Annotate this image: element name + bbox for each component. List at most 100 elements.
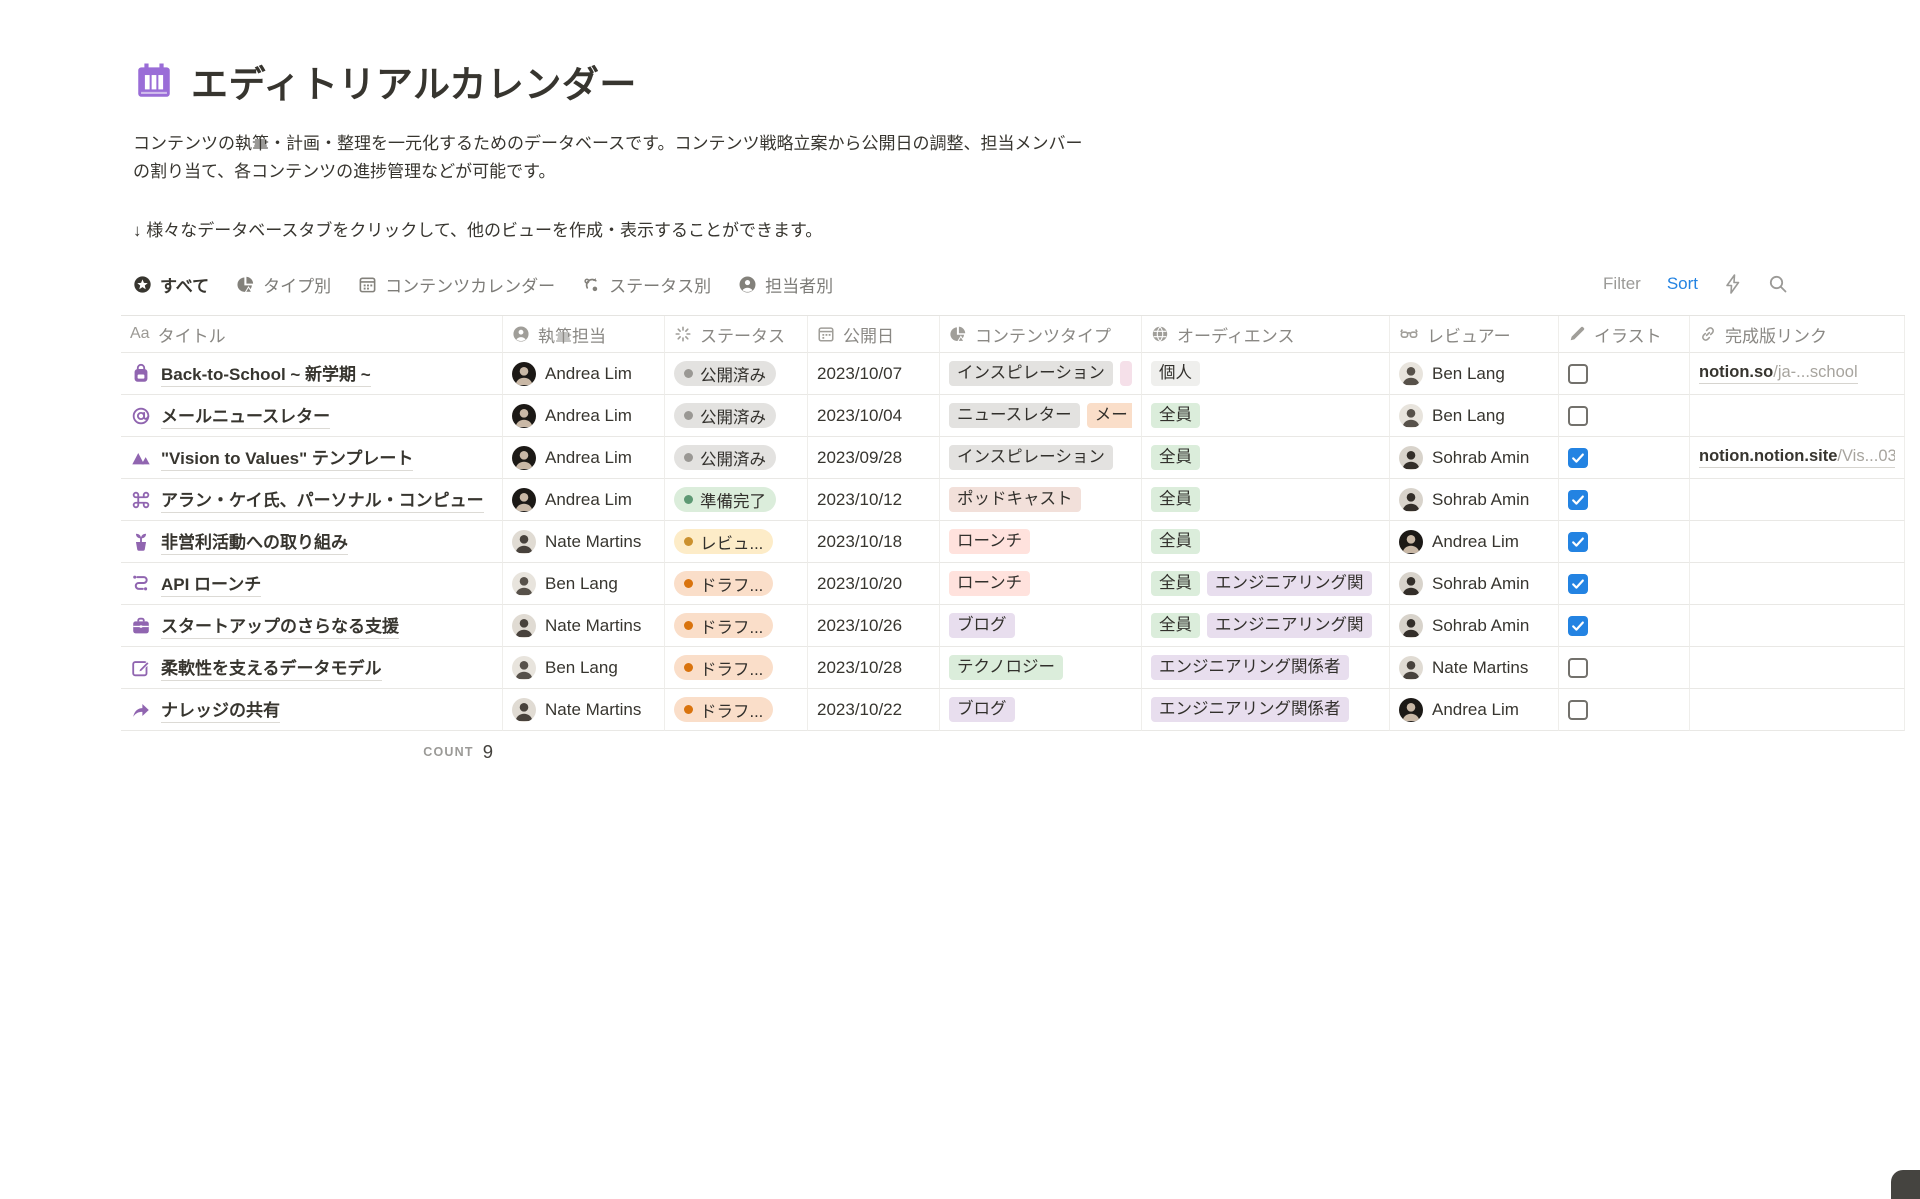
tag-pill[interactable]: 全員 — [1151, 487, 1200, 512]
publish-date-cell[interactable]: 2023/10/22 — [808, 689, 940, 731]
reviewer-cell[interactable]: Andrea Lim — [1390, 689, 1559, 731]
tag-pill[interactable]: 個人 — [1151, 361, 1200, 386]
tab-view-cycle[interactable]: ステータス別 — [582, 272, 711, 297]
column-header-illustration[interactable]: イラスト — [1559, 316, 1690, 353]
content-type-cell[interactable]: インスピレーション — [940, 353, 1142, 395]
column-header-type[interactable]: コンテンツタイプ — [940, 316, 1142, 353]
status-cell[interactable]: 公開済み — [665, 395, 808, 437]
publish-date-cell[interactable]: 2023/10/18 — [808, 521, 940, 563]
audience-cell[interactable]: 全員 — [1142, 521, 1390, 563]
title-cell[interactable]: 柔軟性を支えるデータモデル — [121, 647, 503, 689]
status-cell[interactable]: レビュ... — [665, 521, 808, 563]
content-type-cell[interactable]: ローンチ — [940, 521, 1142, 563]
author-cell[interactable]: Nate Martins — [503, 605, 665, 647]
title-cell[interactable]: ナレッジの共有 — [121, 689, 503, 731]
author-cell[interactable]: Andrea Lim — [503, 353, 665, 395]
audience-cell[interactable]: 全員エンジニアリング関 — [1142, 563, 1390, 605]
final-link-cell[interactable] — [1690, 395, 1905, 437]
final-link[interactable]: notion.notion.site/Vis...036 — [1699, 447, 1895, 468]
illustration-checkbox[interactable] — [1568, 700, 1588, 720]
illustration-checkbox[interactable] — [1568, 574, 1588, 594]
tag-pill[interactable]: ブログ — [949, 697, 1015, 722]
tag-pill[interactable]: ブログ — [949, 613, 1015, 638]
audience-cell[interactable]: 全員 — [1142, 395, 1390, 437]
final-link[interactable]: notion.so/ja-...school — [1699, 363, 1858, 384]
final-link-cell[interactable] — [1690, 689, 1905, 731]
tag-pill[interactable]: 全員 — [1151, 445, 1200, 470]
tag-pill[interactable] — [1120, 361, 1132, 386]
audience-cell[interactable]: 個人 — [1142, 353, 1390, 395]
status-cell[interactable]: 公開済み — [665, 353, 808, 395]
tag-pill[interactable]: ローンチ — [949, 529, 1030, 554]
automation-icon[interactable] — [1724, 274, 1742, 294]
tag-pill[interactable]: 全員 — [1151, 613, 1200, 638]
final-link-cell[interactable] — [1690, 521, 1905, 563]
content-type-cell[interactable]: ポッドキャスト — [940, 479, 1142, 521]
tag-pill[interactable]: 全員 — [1151, 571, 1200, 596]
publish-date-cell[interactable]: 2023/10/12 — [808, 479, 940, 521]
help-widget[interactable] — [1891, 1170, 1920, 1199]
publish-date-cell[interactable]: 2023/10/04 — [808, 395, 940, 437]
final-link-cell[interactable]: notion.notion.site/Vis...036 — [1690, 437, 1905, 479]
title-cell[interactable]: アラン・ケイ氏、パーソナル・コンピュー — [121, 479, 503, 521]
audience-cell[interactable]: 全員 — [1142, 479, 1390, 521]
audience-cell[interactable]: エンジニアリング関係者 — [1142, 647, 1390, 689]
illustration-checkbox[interactable] — [1568, 616, 1588, 636]
publish-date-cell[interactable]: 2023/10/26 — [808, 605, 940, 647]
content-type-cell[interactable]: ニュースレターメー — [940, 395, 1142, 437]
publish-date-cell[interactable]: 2023/09/28 — [808, 437, 940, 479]
tag-pill[interactable]: 全員 — [1151, 403, 1200, 428]
title-cell[interactable]: API ローンチ — [121, 563, 503, 605]
search-icon[interactable] — [1768, 274, 1788, 294]
column-header-audience[interactable]: オーディエンス — [1142, 316, 1390, 353]
author-cell[interactable]: Andrea Lim — [503, 395, 665, 437]
final-link-cell[interactable] — [1690, 479, 1905, 521]
content-type-cell[interactable]: テクノロジー — [940, 647, 1142, 689]
reviewer-cell[interactable]: Sohrab Amin — [1390, 479, 1559, 521]
tag-pill[interactable]: エンジニアリング関係者 — [1151, 655, 1349, 680]
tag-pill[interactable]: ローンチ — [949, 571, 1030, 596]
tag-pill[interactable]: ポッドキャスト — [949, 487, 1081, 512]
reviewer-cell[interactable]: Ben Lang — [1390, 353, 1559, 395]
status-cell[interactable]: ドラフ... — [665, 605, 808, 647]
final-link-cell[interactable] — [1690, 563, 1905, 605]
reviewer-cell[interactable]: Sohrab Amin — [1390, 437, 1559, 479]
audience-cell[interactable]: 全員 — [1142, 437, 1390, 479]
row-count[interactable]: COUNT 9 — [121, 731, 503, 773]
illustration-checkbox[interactable] — [1568, 490, 1588, 510]
reviewer-cell[interactable]: Ben Lang — [1390, 395, 1559, 437]
column-header-status[interactable]: ステータス — [665, 316, 808, 353]
author-cell[interactable]: Andrea Lim — [503, 437, 665, 479]
tag-pill[interactable]: インスピレーション — [949, 361, 1113, 386]
tag-pill[interactable]: エンジニアリング関 — [1207, 571, 1372, 596]
tag-pill[interactable]: ニュースレター — [949, 403, 1080, 428]
tab-view-all[interactable]: すべて — [133, 272, 209, 297]
title-cell[interactable]: "Vision to Values" テンプレート — [121, 437, 503, 479]
audience-cell[interactable]: エンジニアリング関係者 — [1142, 689, 1390, 731]
illustration-checkbox[interactable] — [1568, 406, 1588, 426]
author-cell[interactable]: Ben Lang — [503, 647, 665, 689]
status-cell[interactable]: 準備完了 — [665, 479, 808, 521]
title-cell[interactable]: Back-to-School ~ 新学期 ~ — [121, 353, 503, 395]
tag-pill[interactable]: テクノロジー — [949, 655, 1063, 680]
calendar-purple-icon[interactable] — [133, 60, 175, 102]
illustration-checkbox[interactable] — [1568, 448, 1588, 468]
status-cell[interactable]: ドラフ... — [665, 563, 808, 605]
tag-pill[interactable]: インスピレーション — [949, 445, 1113, 470]
reviewer-cell[interactable]: Sohrab Amin — [1390, 563, 1559, 605]
filter-button[interactable]: Filter — [1603, 274, 1641, 294]
content-type-cell[interactable]: ブログ — [940, 605, 1142, 647]
publish-date-cell[interactable]: 2023/10/28 — [808, 647, 940, 689]
title-cell[interactable]: メールニュースレター — [121, 395, 503, 437]
status-cell[interactable]: ドラフ... — [665, 689, 808, 731]
illustration-checkbox[interactable] — [1568, 532, 1588, 552]
final-link-cell[interactable]: notion.so/ja-...school — [1690, 353, 1905, 395]
illustration-checkbox[interactable] — [1568, 658, 1588, 678]
reviewer-cell[interactable]: Andrea Lim — [1390, 521, 1559, 563]
publish-date-cell[interactable]: 2023/10/20 — [808, 563, 940, 605]
column-header-person[interactable]: 執筆担当 — [503, 316, 665, 353]
final-link-cell[interactable] — [1690, 647, 1905, 689]
content-type-cell[interactable]: ブログ — [940, 689, 1142, 731]
tab-view-person[interactable]: 担当者別 — [738, 272, 833, 297]
author-cell[interactable]: Andrea Lim — [503, 479, 665, 521]
